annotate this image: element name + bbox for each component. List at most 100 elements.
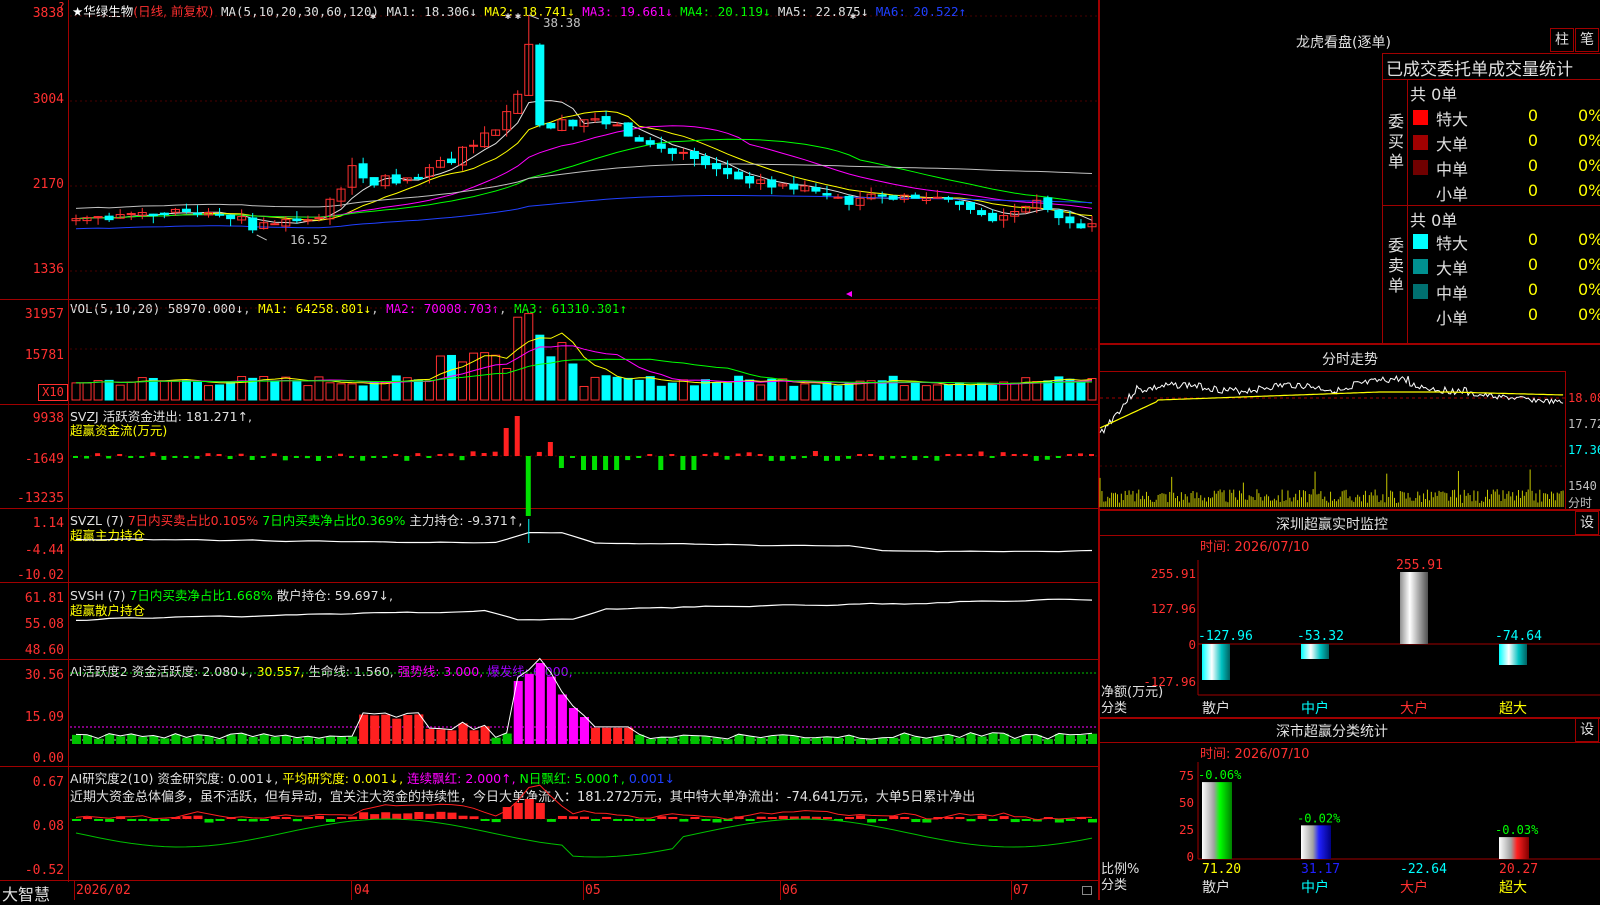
volume-bar (822, 382, 832, 401)
sell-color-swatch (1413, 309, 1428, 324)
volume-bar (347, 383, 357, 401)
sell-row-vol: 0 (1527, 230, 1538, 249)
research-bar (977, 815, 987, 819)
volume-bar (535, 334, 545, 401)
flow-bar (735, 453, 741, 456)
intraday-chart[interactable] (1099, 372, 1565, 509)
research-bar (204, 819, 214, 823)
research-bar (856, 815, 866, 819)
activity-bar (966, 733, 976, 744)
candlestick-chart[interactable]: ✱ ✱ ✱ ✱ (0, 0, 1098, 299)
research-bar (966, 819, 976, 822)
candle-body (314, 217, 324, 220)
research-bar (138, 819, 148, 821)
activity-bar (756, 737, 766, 744)
activity-bar (811, 737, 821, 744)
flow-bar (636, 456, 642, 458)
bar-mode-button[interactable]: 柱 (1550, 28, 1574, 52)
fund-flow-bars[interactable] (0, 405, 1098, 516)
activity-bar (546, 676, 556, 744)
research-bar (679, 819, 689, 822)
activity-bar (72, 734, 81, 744)
volume-bars[interactable] (0, 300, 1098, 404)
flow-bar (934, 456, 940, 461)
date-label: 05 (585, 883, 601, 898)
research-bar (94, 819, 104, 821)
activity-bars[interactable] (0, 657, 1098, 766)
retail-holding-line[interactable] (0, 583, 1098, 659)
research-bar (745, 819, 755, 821)
flow-bar (967, 454, 973, 456)
longhu-row-line (1382, 79, 1600, 80)
candle-body (270, 223, 280, 226)
activity-bar (789, 736, 799, 744)
research-bar (591, 819, 601, 821)
activity-bar (712, 737, 722, 744)
activity-bar (193, 735, 203, 744)
flow-bar (282, 456, 288, 461)
sell-row-name: 特大 (1436, 234, 1469, 253)
candle-body (623, 122, 633, 137)
candle-body (844, 195, 854, 205)
research-bars[interactable] (0, 767, 1098, 880)
ratio-bar (1301, 825, 1331, 859)
flow-bar (139, 456, 145, 458)
research-bar (458, 815, 468, 819)
date-tick (351, 881, 352, 900)
settings-button[interactable]: 设 (1575, 511, 1599, 535)
research-bar (878, 819, 888, 821)
flow-bar (812, 451, 818, 456)
flow-bar (945, 454, 951, 456)
flow-bar (647, 454, 653, 456)
net-amount-bar (1301, 644, 1329, 660)
candle-body (932, 196, 942, 199)
activity-bar (867, 739, 877, 744)
research-bar (756, 816, 766, 819)
event-marker: ✱ (370, 11, 376, 22)
volume-bar (204, 385, 214, 401)
research-bar (524, 799, 534, 819)
candle-body (215, 213, 225, 216)
category-label: 中户 (1301, 700, 1329, 717)
activity-bar (568, 708, 578, 744)
main-holding-line[interactable] (0, 509, 1098, 582)
ratio-chart[interactable]: -0.06% 71.20 散户 -0.02% 31.17 中户 -22.64 大户 -0.03%… (1197, 762, 1600, 900)
flow-bar (172, 456, 178, 458)
settings-button[interactable]: 设 (1575, 718, 1599, 742)
tick-mode-button[interactable]: 笔 (1575, 28, 1599, 52)
flow-bar (150, 452, 156, 456)
research-bar (215, 819, 225, 821)
flow-bar (614, 456, 620, 470)
net-amount-chart[interactable]: -127.96 散户 -53.32 中户 255.91 大户 -74.64 超大 (1197, 558, 1600, 720)
activity-bar (270, 736, 280, 744)
research-bar (314, 815, 324, 819)
research-bar (568, 816, 578, 819)
flow-bar (757, 454, 763, 456)
flow-bar (558, 456, 564, 468)
flow-bar (978, 451, 984, 456)
y-tick: 0 (1186, 849, 1194, 864)
sell-row-pct: 0% (1578, 255, 1600, 274)
volume-bar (623, 377, 633, 401)
activity-bar (171, 734, 181, 744)
flow-bar (73, 456, 78, 458)
activity-bar (337, 736, 347, 744)
candle-body (369, 177, 379, 186)
volume-bar (999, 381, 1009, 401)
flow-bar (569, 456, 575, 458)
buy-color-swatch (1413, 110, 1428, 125)
flow-bar (481, 453, 487, 456)
research-bar (580, 816, 589, 819)
volume-bar (491, 354, 501, 401)
activity-bar (127, 734, 137, 744)
activity-bar (856, 738, 866, 744)
candle-body (358, 163, 368, 179)
lock-icon[interactable] (1082, 886, 1092, 895)
flow-bar (779, 456, 785, 461)
volume-bar (756, 384, 766, 401)
candle-body (877, 194, 887, 197)
buy-row-vol: 0 (1527, 181, 1538, 200)
candle-body (192, 212, 202, 215)
candle-body (391, 174, 401, 184)
volume-bar (866, 380, 876, 401)
